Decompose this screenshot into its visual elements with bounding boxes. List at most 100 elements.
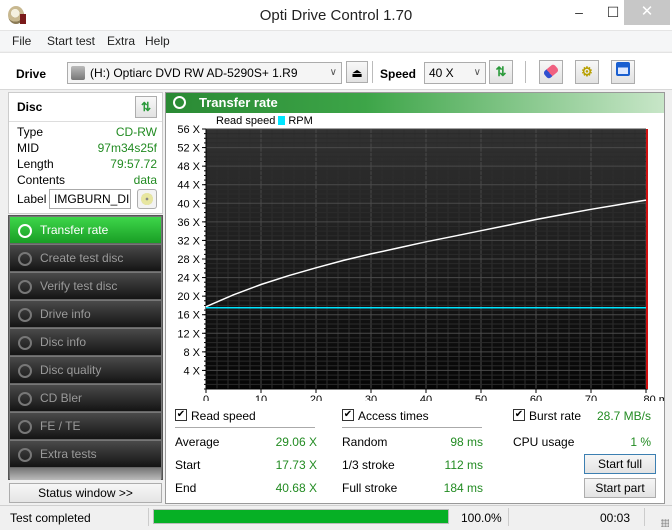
stat-random-value: 98 ms [450,435,483,449]
nav-footer [10,468,161,480]
save-button[interactable] [611,60,635,84]
menu-file[interactable]: File [12,34,31,48]
left-panel: Disc ⇅ Type CD-RW MID 97m34s25f Length 79:5… [8,92,163,504]
disc-info-box: Disc ⇅ Type CD-RW MID 97m34s25f Length 79:5… [8,92,163,214]
nav-label: Disc quality [40,363,102,377]
drive-select[interactable]: (H:) Optiarc DVD RW AD-5290S+ 1.R9 ∨ [67,62,342,84]
start-full-button[interactable]: Start full [584,454,656,474]
read-speed-label: Read speed [191,409,256,423]
chevron-down-icon: ∨ [473,67,481,78]
burst-rate-label: Burst rate [529,409,582,423]
nav-create-test-disc[interactable]: Create test disc [10,245,161,272]
erase-button[interactable] [539,60,563,84]
nav-disc-quality[interactable]: Disc quality [10,357,161,384]
y-tick-label: 36 X [177,217,200,229]
nav-label: Create test disc [40,251,124,265]
stat-start-label: Start [175,458,201,472]
status-window-button[interactable]: Status window >> [9,483,162,503]
drive-icon [71,66,85,80]
speed-select-value: 40 X [429,66,454,80]
eject-button[interactable]: ⏏ [346,61,368,83]
nav-disc-info[interactable]: Disc info [10,329,161,356]
drive-info-icon [18,308,32,322]
divider [508,508,509,526]
menu-start-test[interactable]: Start test [47,34,95,48]
disc-label-field[interactable]: IMGBURN_DISC [49,189,131,209]
y-tick-label: 32 X [177,235,200,247]
y-tick-label: 8 X [183,347,200,359]
progress-percent: 100.0% [461,511,502,525]
nav-verify-test-disc[interactable]: Verify test disc [10,273,161,300]
status-bar: Test completed 100.0% 00:03 [0,505,672,530]
y-tick-label: 56 X [177,124,200,136]
nav-label: Drive info [40,307,91,321]
disc-key: MID [17,141,39,155]
toolbar-divider [525,61,526,83]
disc-row-contents: Contents data [17,173,157,189]
stat-average-label: Average [175,435,220,449]
transfer-rate-icon [18,224,32,238]
x-tick-label: 50 [475,394,487,401]
burst-rate-checkbox[interactable]: ✔ [513,409,525,421]
disc-key: Contents [17,173,66,187]
nav-drive-info[interactable]: Drive info [10,301,161,328]
refresh-speed-button[interactable]: ⇅ [489,60,513,84]
disc-row-length: Length 79:57.72 [17,157,157,173]
divider [644,508,645,526]
menu-help[interactable]: Help [145,34,170,48]
disc-info-icon [18,336,32,350]
disc-quality-icon [18,364,32,378]
disc-title: Disc [17,100,43,114]
test-nav: Transfer rate Create test disc Verify te… [8,215,163,480]
toolbar: Drive (H:) Optiarc DVD RW AD-5290S+ 1.R9… [0,52,672,90]
minimize-button[interactable]: ‒ [562,0,596,25]
transfer-rate-panel: Transfer rate Read speed RPM 4 X8 X 12 X 16… [165,92,665,504]
menu-bar: File Start test Extra Help [0,31,672,51]
nav-label: Extra tests [40,447,97,461]
nav-label: CD Bler [40,391,83,405]
toolbar-divider [372,61,373,83]
close-button[interactable]: ✕ [624,0,670,25]
nav-transfer-rate[interactable]: Transfer rate [10,217,161,244]
y-tick-label: 12 X [177,328,200,340]
stat-start-value: 17.73 X [275,458,317,472]
disc-key: Type [17,125,44,139]
stat-full-stroke-label: Full stroke [342,481,398,495]
verify-disc-icon [18,280,32,294]
divider [9,121,162,122]
resize-grip[interactable] [661,519,669,527]
refresh-icon: ⇅ [495,64,507,79]
nav-cd-bler[interactable]: CD Bler [10,385,161,412]
nav-fe-te[interactable]: FE / TE [10,413,161,440]
start-part-button[interactable]: Start part [584,478,656,498]
access-times-label: Access times [358,409,429,423]
access-times-checkbox[interactable]: ✔ [342,409,354,421]
stat-third-stroke-label: 1/3 stroke [342,458,395,472]
x-tick-label: 70 [585,394,597,401]
speed-select[interactable]: 40 X ∨ [424,62,486,84]
progress-fill [154,510,448,523]
fe-te-icon [18,420,32,434]
settings-button[interactable]: ⚙ [575,60,599,84]
chevron-down-icon: ∨ [329,67,337,78]
y-tick-label: 48 X [177,161,200,173]
disc-row-mid: MID 97m34s25f [17,141,157,157]
read-speed-checkbox[interactable]: ✔ [175,409,187,421]
drive-select-value: (H:) Optiarc DVD RW AD-5290S+ 1.R9 [90,66,298,80]
speed-label: Speed [380,67,417,81]
menu-extra[interactable]: Extra [107,34,135,48]
panel-header: Transfer rate [166,93,664,113]
eraser-icon [542,63,560,80]
stat-full-stroke-value: 184 ms [443,481,483,495]
nav-label: Disc info [40,335,87,349]
disc-refresh-button[interactable]: ⇅ [135,96,157,118]
y-tick-label: 28 X [177,254,200,266]
disc-label-cd-button[interactable] [137,189,157,209]
disc-value: data [133,173,157,187]
cpu-usage-label: CPU usage [513,435,575,449]
nav-extra-tests[interactable]: Extra tests [10,441,161,468]
x-tick-label: 30 [365,394,377,401]
transfer-rate-icon [173,96,186,109]
y-tick-label: 16 X [177,310,200,322]
disc-key: Length [17,157,54,171]
